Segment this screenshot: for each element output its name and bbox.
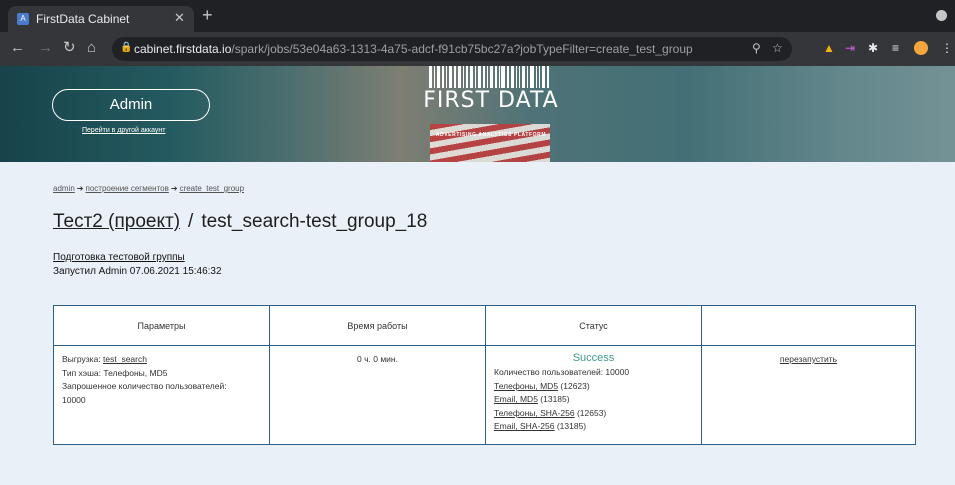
- new-tab-icon[interactable]: +: [202, 6, 213, 24]
- restart-link[interactable]: перезапустить: [780, 354, 837, 364]
- upload-label: Выгрузка:: [62, 354, 104, 364]
- breadcrumb-create-test-group[interactable]: create_test_group: [180, 184, 245, 193]
- job-details-table: Параметры Выгрузка: test_search Тип хэша…: [53, 305, 916, 445]
- zoom-icon[interactable]: ⚲: [752, 41, 761, 55]
- params-header: Параметры: [54, 306, 269, 346]
- result-row: Телефоны, SHA-256 (12653): [494, 407, 693, 421]
- users-count-text: Количество пользователей: 10000: [494, 367, 630, 377]
- result-count: (13185): [554, 421, 587, 432]
- account-button[interactable]: Admin: [52, 89, 210, 121]
- status-cell: Success Количество пользователей: 10000 …: [494, 352, 693, 434]
- banner-photo-detail: [430, 124, 550, 162]
- forward-icon[interactable]: →: [38, 39, 53, 57]
- tab-title: FirstData Cabinet: [36, 12, 130, 26]
- browser-tab[interactable]: A FirstData Cabinet ✕: [8, 6, 194, 32]
- logo-subtitle: ADVERTISING ANALYTICS PLATFORM: [435, 132, 547, 138]
- favicon-icon: A: [17, 13, 29, 25]
- reading-list-icon[interactable]: ≡: [892, 41, 899, 55]
- breadcrumb-admin[interactable]: admin: [53, 184, 75, 193]
- breadcrumb-segments[interactable]: построение сегментов: [86, 184, 169, 193]
- drive-extension-icon[interactable]: ▲: [823, 41, 835, 55]
- result-link-phones-md5[interactable]: Телефоны, MD5: [494, 381, 558, 391]
- upload-row: Выгрузка: test_search: [62, 353, 261, 367]
- title-separator: /: [188, 211, 194, 232]
- requested-label: Запрошенное количество пользователей:: [62, 381, 227, 392]
- extensions-puzzle-icon[interactable]: ✱: [868, 41, 878, 55]
- header-banner: Admin Перейти в другой аккаунт FIRST DAT…: [0, 66, 955, 162]
- url-text[interactable]: cabinet.firstdata.io/spark/jobs/53e04a63…: [134, 42, 693, 56]
- status-header: Статус: [486, 306, 701, 346]
- result-count: (13185): [537, 394, 570, 405]
- reload-icon[interactable]: ↻: [63, 39, 76, 57]
- actions-header: [702, 306, 915, 346]
- params-column: Параметры Выгрузка: test_search Тип хэша…: [54, 306, 270, 444]
- result-count: (12623): [558, 380, 590, 391]
- hash-type-text: Тип хэша: Телефоны, MD5: [62, 367, 168, 378]
- actions-column: перезапустить: [702, 306, 915, 444]
- requested-value: 10000: [62, 394, 86, 405]
- logo-text: FIRST DATA: [423, 88, 559, 113]
- runtime-value: 0 ч. 0 мин.: [357, 354, 398, 364]
- upload-link[interactable]: test_search: [103, 354, 147, 364]
- status-badge: Success: [572, 352, 615, 364]
- result-row: Email, SHA-256 (13185): [494, 420, 693, 434]
- bookmark-star-icon[interactable]: ☆: [772, 41, 783, 55]
- actions-cell: перезапустить: [710, 353, 907, 367]
- back-icon[interactable]: ←: [10, 39, 25, 57]
- browser-toolbar: ← → ↻ ⌂ 🔒 cabinet.firstdata.io/spark/job…: [0, 32, 955, 66]
- barcode-logo-icon: [429, 66, 551, 88]
- close-tab-icon[interactable]: ✕: [174, 10, 185, 26]
- page-title: Тест2 (проект) / test_search-test_group_18: [53, 211, 427, 233]
- breadcrumb-arrow-icon: ➔: [170, 184, 178, 193]
- job-type-link[interactable]: Подготовка тестовой группы: [53, 252, 185, 263]
- result-row: Email, MD5 (13185): [494, 393, 693, 407]
- params-cell: Выгрузка: test_search Тип хэша: Телефоны…: [62, 353, 261, 407]
- job-name: test_search-test_group_18: [201, 211, 428, 232]
- launched-by-text: Запустил Admin 07.06.2021 15:46:32: [53, 266, 222, 277]
- runtime-header: Время работы: [270, 306, 485, 346]
- tab-search-icon[interactable]: [936, 10, 947, 21]
- lock-icon: 🔒: [120, 42, 133, 53]
- profile-avatar-icon[interactable]: [914, 41, 928, 55]
- home-icon[interactable]: ⌂: [87, 39, 96, 57]
- status-column: Статус Success Количество пользователей:…: [486, 306, 702, 444]
- browser-tab-bar: A FirstData Cabinet ✕ +: [0, 0, 955, 32]
- switch-account-link[interactable]: Перейти в другой аккаунт: [82, 127, 165, 134]
- project-link[interactable]: Тест2 (проект): [53, 211, 180, 232]
- result-count: (12653): [574, 407, 607, 418]
- result-link-email-sha256[interactable]: Email, SHA-256: [494, 421, 554, 431]
- breadcrumb: admin ➔ построение сегментов ➔ create_test_g…: [53, 184, 244, 193]
- extension-arrow-icon[interactable]: ⇥: [845, 41, 855, 55]
- address-bar[interactable]: 🔒 cabinet.firstdata.io/spark/jobs/53e04a…: [112, 37, 792, 61]
- runtime-column: Время работы 0 ч. 0 мин.: [270, 306, 486, 444]
- browser-menu-icon[interactable]: ⋮: [941, 41, 953, 55]
- result-row: Телефоны, MD5 (12623): [494, 380, 693, 394]
- result-link-email-md5[interactable]: Email, MD5: [494, 394, 538, 404]
- result-link-phones-sha256[interactable]: Телефоны, SHA-256: [494, 408, 575, 418]
- breadcrumb-arrow-icon: ➔: [76, 184, 84, 193]
